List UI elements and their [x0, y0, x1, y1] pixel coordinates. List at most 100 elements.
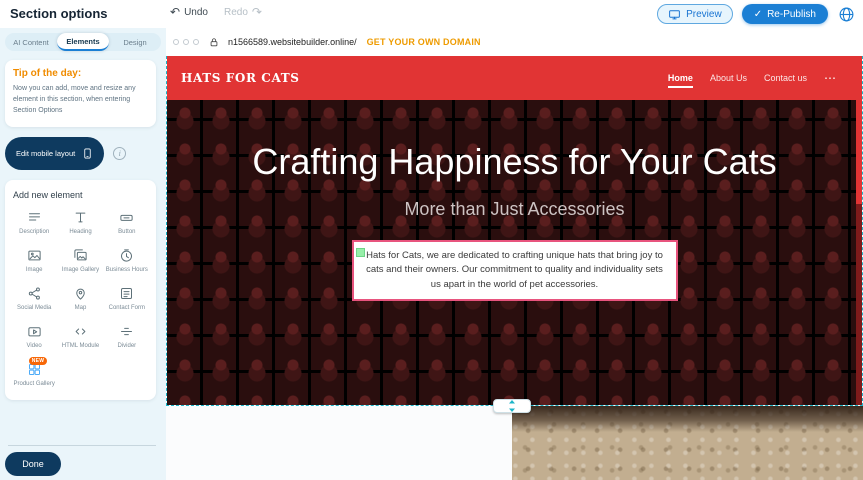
button-icon — [119, 210, 134, 225]
undo-label: Undo — [184, 7, 208, 18]
sidebar-divider — [8, 445, 156, 446]
sidebar: AI Content Elements Design Tip of the da… — [0, 28, 166, 480]
element-label: Heading — [69, 228, 91, 236]
description-icon — [27, 210, 42, 225]
element-item-button[interactable]: Button — [106, 210, 148, 236]
element-item-image[interactable]: Image — [13, 248, 55, 274]
info-icon[interactable]: i — [113, 147, 126, 160]
topbar-actions: Preview ✓ Re-Publish — [657, 4, 855, 24]
element-label: Video — [27, 342, 42, 350]
divider-icon — [119, 324, 134, 339]
image-icon — [27, 248, 42, 263]
element-label: Map — [75, 304, 87, 312]
preview-label: Preview — [686, 9, 722, 20]
window-dot — [193, 39, 199, 45]
image-gallery-icon — [73, 248, 88, 263]
nav-more-button[interactable]: ⋯ — [824, 72, 836, 84]
undo-icon: ↶ — [170, 6, 180, 18]
element-item-business-hours[interactable]: Business Hours — [106, 248, 148, 274]
element-label: Social Media — [17, 304, 51, 312]
history-controls: ↶ Undo Redo ↷ — [170, 6, 262, 18]
republish-button[interactable]: ✓ Re-Publish — [742, 4, 828, 24]
hero-subheading[interactable]: More than Just Accessories — [404, 199, 624, 220]
section-resize-handle[interactable] — [493, 399, 531, 413]
add-element-panel: Add new element Description Heading Butt… — [5, 180, 156, 400]
business-hours-icon — [119, 248, 134, 263]
tab-design[interactable]: Design — [109, 33, 161, 51]
next-section-area — [166, 406, 863, 480]
element-item-description[interactable]: Description — [13, 210, 55, 236]
element-item-heading[interactable]: Heading — [59, 210, 101, 236]
language-globe-button[interactable] — [837, 5, 855, 23]
photo-shadow — [512, 406, 863, 432]
globe-icon — [838, 6, 855, 23]
element-label: Business Hours — [106, 266, 148, 274]
element-item-image-gallery[interactable]: Image Gallery — [59, 248, 101, 274]
element-item-html-module[interactable]: HTML Module — [59, 324, 101, 350]
republish-label: Re-Publish — [767, 9, 816, 20]
browser-bar: n1566589.websitebuilder.online/ GET YOUR… — [166, 33, 863, 51]
element-label: Product Gallery — [13, 380, 54, 388]
app: Section options ↶ Undo Redo ↷ Preview ✓ … — [0, 0, 863, 480]
element-item-map[interactable]: Map — [59, 286, 101, 312]
element-item-divider[interactable]: Divider — [106, 324, 148, 350]
tip-heading: Tip of the day: — [13, 68, 148, 79]
site-viewport: HATS FOR CATS Home About Us Contact us ⋯… — [166, 56, 863, 406]
redo-icon: ↷ — [252, 6, 262, 18]
site-nav: Home About Us Contact us ⋯ — [668, 72, 836, 84]
monitor-icon — [668, 8, 681, 21]
add-element-heading: Add new element — [13, 190, 148, 200]
hero-paragraph: Hats for Cats, we are dedicated to craft… — [366, 250, 663, 290]
social-media-icon — [27, 286, 42, 301]
window-dot — [183, 39, 189, 45]
element-grid: Description Heading Button Image Image G… — [13, 210, 148, 388]
mobile-layout-row: Edit mobile layout i — [5, 137, 156, 170]
element-item-video[interactable]: Video — [13, 324, 55, 350]
element-label: Image Gallery — [62, 266, 99, 274]
scrollbar-thumb[interactable] — [856, 56, 862, 204]
element-item-contact-form[interactable]: Contact Form — [106, 286, 148, 312]
get-domain-link[interactable]: GET YOUR OWN DOMAIN — [367, 37, 481, 47]
check-icon: ✓ — [754, 9, 762, 20]
element-item-product-gallery[interactable]: NEW Product Gallery — [13, 362, 55, 388]
preview-button[interactable]: Preview — [657, 4, 733, 24]
next-section-photo — [512, 406, 863, 480]
tip-card: Tip of the day: Now you can add, move an… — [5, 60, 156, 127]
edit-mobile-label: Edit mobile layout — [16, 149, 75, 158]
tab-elements[interactable]: Elements — [57, 33, 109, 51]
edit-mobile-layout-button[interactable]: Edit mobile layout — [5, 137, 104, 170]
undo-button[interactable]: ↶ Undo — [170, 6, 208, 18]
hero-paragraph-box[interactable]: Hats for Cats, we are dedicated to craft… — [352, 240, 678, 301]
site-url: n1566589.websitebuilder.online/ — [228, 37, 357, 47]
site-logo[interactable]: HATS FOR CATS — [181, 71, 300, 85]
preview-area: n1566589.websitebuilder.online/ GET YOUR… — [166, 28, 863, 480]
element-label: Description — [19, 228, 49, 236]
scrollbar-track[interactable] — [856, 56, 862, 405]
element-drag-handle[interactable] — [356, 248, 365, 257]
element-label: Image — [26, 266, 43, 274]
redo-label: Redo — [224, 7, 248, 18]
nav-contact-us[interactable]: Contact us — [764, 73, 807, 83]
heading-icon — [73, 210, 88, 225]
tip-body: Now you can add, move and resize any ele… — [13, 83, 148, 117]
element-label: Button — [118, 228, 135, 236]
redo-button[interactable]: Redo ↷ — [224, 6, 262, 18]
phone-icon — [82, 146, 93, 161]
nav-about-us[interactable]: About Us — [710, 73, 747, 83]
resize-arrows-icon — [507, 400, 517, 412]
element-label: HTML Module — [62, 342, 99, 350]
element-label: Divider — [117, 342, 136, 350]
video-icon — [27, 324, 42, 339]
topbar: Section options ↶ Undo Redo ↷ Preview ✓ … — [0, 0, 863, 28]
new-badge: NEW — [29, 357, 48, 365]
nav-home[interactable]: Home — [668, 73, 693, 88]
tab-ai-content[interactable]: AI Content — [5, 33, 57, 51]
map-icon — [73, 286, 88, 301]
site-header: HATS FOR CATS Home About Us Contact us ⋯ — [167, 56, 862, 100]
window-dot — [173, 39, 179, 45]
contact-form-icon — [119, 286, 134, 301]
sidebar-tab-bar: AI Content Elements Design — [5, 33, 161, 51]
element-item-social-media[interactable]: Social Media — [13, 286, 55, 312]
done-button[interactable]: Done — [5, 452, 61, 476]
hero-heading[interactable]: Crafting Happiness for Your Cats — [245, 140, 785, 183]
